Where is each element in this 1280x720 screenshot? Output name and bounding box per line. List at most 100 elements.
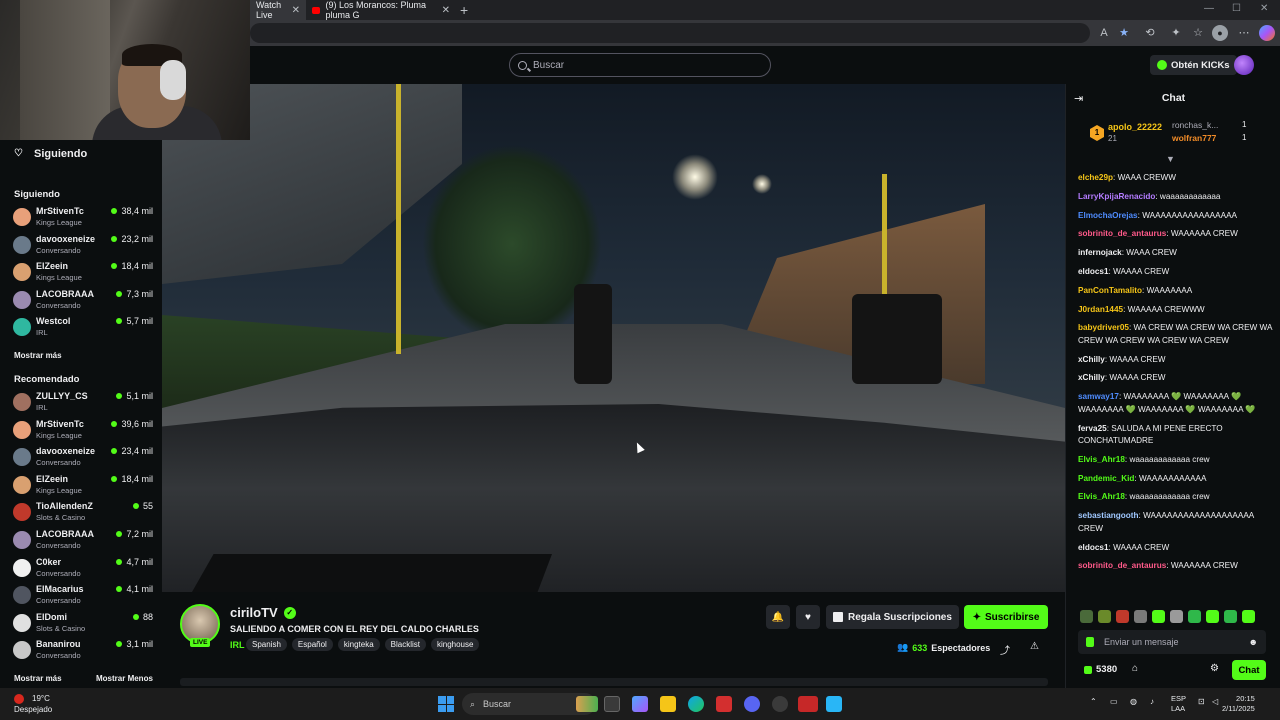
sidebar-channel-item[interactable]: LACOBRAAA Conversando 7,3 mil [13, 288, 153, 314]
tab-watch-live[interactable]: Watch Live ✕ [250, 0, 306, 20]
edge-icon[interactable] [688, 696, 704, 712]
chat-username[interactable]: babydriver05 [1078, 323, 1129, 332]
tag-chip[interactable]: kinghouse [430, 638, 480, 651]
tag-chip[interactable]: Español [291, 638, 333, 651]
chat-username[interactable]: Elvis_Ahr18 [1078, 455, 1125, 464]
sidebar-channel-item[interactable]: Bananirou Conversando 3,1 mil [13, 638, 153, 664]
close-tab-icon[interactable]: ✕ [442, 5, 450, 16]
language-indicator[interactable]: ESP LAA [1171, 694, 1186, 714]
extension-icon[interactable]: ⟲ [1142, 25, 1158, 41]
notepad-icon[interactable] [826, 696, 842, 712]
sidebar-channel-item[interactable]: MrStivenTc Kings League 39,6 mil [13, 418, 153, 444]
profile-icon[interactable]: ● [1212, 25, 1228, 41]
follow-heart-button[interactable]: ♥ [796, 605, 820, 629]
sidebar-channel-item[interactable]: ElMacarius Conversando 4,1 mil [13, 583, 153, 609]
top-gifter-name[interactable]: apolo_22222 [1108, 122, 1162, 132]
close-tab-icon[interactable]: ✕ [292, 5, 300, 16]
favorite-star-icon[interactable]: ★ [1116, 25, 1132, 41]
network-icon[interactable]: ⊡ [1198, 697, 1205, 706]
show-more-following-button[interactable]: Mostrar más [14, 351, 62, 360]
sidebar-channel-item[interactable]: Westcol IRL 5,7 mil [13, 315, 153, 341]
chat-username[interactable]: eldocs1 [1078, 267, 1109, 276]
sidebar-channel-item[interactable]: ElZeein Kings League 18,4 mil [13, 473, 153, 499]
favorites-icon[interactable]: ☆ [1190, 25, 1206, 41]
mic-icon[interactable]: ♪ [1150, 697, 1154, 706]
show-less-button[interactable]: Mostrar Menos [96, 674, 153, 683]
subscribe-button[interactable]: ✦ Suscribirse [964, 605, 1048, 629]
chat-username[interactable]: PanConTamalito [1078, 286, 1142, 295]
report-warning-icon[interactable]: ⚠ [1030, 641, 1039, 652]
copilot-icon[interactable] [1259, 25, 1275, 41]
sidebar-channel-item[interactable]: TioAllendenZ Slots & Casino 55 [13, 500, 153, 526]
emote-icon[interactable] [1098, 610, 1111, 623]
search-input[interactable] [533, 59, 753, 71]
third-gifter-name[interactable]: wolfran777 [1172, 133, 1216, 143]
chat-input-box[interactable]: ☻ [1078, 630, 1266, 654]
sidebar-channel-item[interactable]: LACOBRAAA Conversando 7,2 mil [13, 528, 153, 554]
send-chat-button[interactable]: Chat [1232, 660, 1266, 680]
emote-icon[interactable] [1242, 610, 1255, 623]
chat-username[interactable]: elche29p [1078, 173, 1113, 182]
expand-leaderboard-icon[interactable]: ▼ [1166, 154, 1175, 164]
category-link[interactable]: IRL [230, 640, 245, 650]
task-view-icon[interactable] [604, 696, 620, 712]
copilot-app-icon[interactable] [632, 696, 648, 712]
emoji-picker-icon[interactable]: ☻ [1249, 637, 1258, 647]
tray-chevron-icon[interactable]: ⌃ [1090, 697, 1097, 706]
capcut-icon[interactable] [798, 696, 818, 712]
sidebar-channel-item[interactable]: davooxeneize Conversando 23,4 mil [13, 445, 153, 471]
emote-icon[interactable] [1224, 610, 1237, 623]
file-explorer-icon[interactable] [660, 696, 676, 712]
tray-icon[interactable]: ▭ [1110, 697, 1118, 706]
channel-name[interactable]: ciriloTV ✓ [230, 605, 296, 620]
gift-subs-button[interactable]: Regala Suscripciones [826, 605, 959, 629]
chat-username[interactable]: samway17 [1078, 392, 1119, 401]
video-player[interactable] [162, 84, 1065, 592]
emote-icon[interactable] [1170, 610, 1183, 623]
sidebar-channel-item[interactable]: C0ker Conversando 4,7 mil [13, 556, 153, 582]
maximize-icon[interactable]: ☐ [1232, 3, 1241, 14]
notification-bell-button[interactable]: 🔔 [766, 605, 790, 629]
close-window-icon[interactable]: ✕ [1260, 3, 1268, 14]
emote-icon[interactable] [1116, 610, 1129, 623]
obs-icon[interactable] [772, 696, 788, 712]
system-clock[interactable]: 20:15 2/11/2025 [1222, 694, 1255, 714]
chat-username[interactable]: xChilly [1078, 355, 1105, 364]
tag-chip[interactable]: Spanish [246, 638, 287, 651]
chat-username[interactable]: sobrinito_de_antaurus [1078, 561, 1166, 570]
chat-username[interactable]: xChilly [1078, 373, 1105, 382]
volume-icon[interactable]: ◁ [1212, 697, 1218, 706]
chat-username[interactable]: eldocs1 [1078, 543, 1109, 552]
store-icon[interactable]: ⌂ [1132, 663, 1138, 674]
chat-username[interactable]: Elvis_Ahr18 [1078, 492, 1125, 501]
widget-app-icon[interactable] [576, 696, 598, 712]
chat-username[interactable]: sebastiangooth [1078, 511, 1139, 520]
chat-username[interactable]: LarryKpijaRenacido [1078, 192, 1155, 201]
user-avatar[interactable] [1234, 55, 1254, 75]
tag-chip[interactable]: Blacklist [384, 638, 426, 651]
sidebar-channel-item[interactable]: MrStivenTc Kings League 38,4 mil [13, 205, 153, 231]
discord-icon[interactable] [744, 696, 760, 712]
channel-points[interactable]: 5380 [1084, 664, 1117, 675]
chat-input[interactable] [1104, 637, 1234, 647]
sidebar-header[interactable]: ♡ Siguiendo [14, 148, 87, 160]
new-tab-button[interactable]: + [460, 2, 468, 18]
tag-chip[interactable]: kingteka [337, 638, 380, 651]
get-kicks-button[interactable]: Obtén KICKs [1150, 55, 1237, 75]
chat-username[interactable]: J0rdan1445 [1078, 305, 1123, 314]
sidebar-channel-item[interactable]: ElDomi Slots & Casino 88 [13, 611, 153, 637]
emote-icon[interactable] [1080, 610, 1093, 623]
tray-icon[interactable]: ◍ [1130, 697, 1137, 706]
chat-username[interactable]: infernojack [1078, 248, 1122, 257]
app-icon[interactable] [716, 696, 732, 712]
start-button[interactable] [438, 696, 454, 712]
chat-username[interactable]: sobrinito_de_antaurus [1078, 229, 1166, 238]
read-aloud-icon[interactable]: A [1096, 25, 1112, 41]
chat-username[interactable]: Pandemic_Kid [1078, 474, 1134, 483]
show-more-recommended-button[interactable]: Mostrar más [14, 674, 62, 683]
minimize-icon[interactable]: — [1204, 3, 1214, 14]
search-box[interactable] [509, 53, 771, 77]
pin-icon[interactable]: ✦ [1168, 25, 1184, 41]
emote-icon[interactable] [1134, 610, 1147, 623]
emote-icon[interactable] [1206, 610, 1219, 623]
